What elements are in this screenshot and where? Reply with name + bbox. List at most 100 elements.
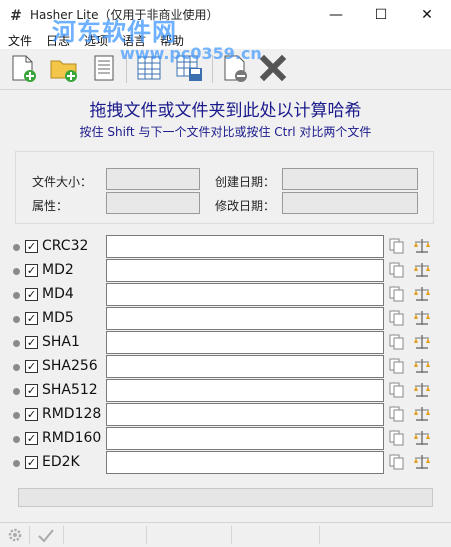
drag-handle[interactable] — [13, 292, 20, 299]
copy-icon[interactable] — [389, 358, 405, 374]
crc32-checkbox[interactable]: ✓ — [25, 240, 38, 253]
clear-icon[interactable] — [258, 53, 288, 83]
copy-icon[interactable] — [389, 406, 405, 422]
hash-row-sha1: ✓ SHA1 — [0, 331, 451, 355]
sha512-checkbox[interactable]: ✓ — [25, 384, 38, 397]
status-divider — [62, 526, 64, 544]
drag-handle[interactable] — [13, 460, 20, 467]
drag-handle[interactable] — [13, 364, 20, 371]
hash-value-field[interactable] — [106, 451, 384, 474]
rmd160-checkbox[interactable]: ✓ — [25, 432, 38, 445]
copy-icon[interactable] — [389, 430, 405, 446]
copy-icon[interactable] — [389, 310, 405, 326]
add-folder-icon[interactable] — [49, 53, 79, 83]
file-size-field — [106, 168, 200, 190]
algorithm-name: MD2 — [42, 262, 74, 278]
menu-options[interactable]: 选项 — [84, 32, 108, 49]
menu-help[interactable]: 帮助 — [160, 32, 184, 49]
save-table-icon[interactable] — [174, 53, 204, 83]
drop-hint-subheading: 按住 Shift 与下一个文件对比或按住 Ctrl 对比两个文件 — [79, 125, 372, 139]
modified-date-field — [282, 192, 418, 214]
remove-file-icon[interactable] — [220, 53, 250, 83]
copy-icon[interactable] — [389, 334, 405, 350]
app-icon: # — [10, 8, 22, 24]
drag-handle[interactable] — [13, 268, 20, 275]
document-icon[interactable] — [89, 53, 119, 83]
md2-checkbox[interactable]: ✓ — [25, 264, 38, 277]
minimize-button[interactable]: — — [313, 0, 359, 31]
menu-log[interactable]: 日志 — [46, 32, 70, 49]
algorithm-name: RMD128 — [42, 406, 102, 422]
compare-icon[interactable] — [413, 358, 431, 374]
compare-icon[interactable] — [413, 262, 431, 278]
rmd128-checkbox[interactable]: ✓ — [25, 408, 38, 421]
hash-value-field[interactable] — [106, 403, 384, 426]
file-size-label: 文件大小： — [32, 175, 93, 189]
ed2k-checkbox[interactable]: ✓ — [25, 456, 38, 469]
gear-icon[interactable] — [7, 527, 23, 543]
copy-icon[interactable] — [389, 454, 405, 470]
sha256-checkbox[interactable]: ✓ — [25, 360, 38, 373]
compare-icon[interactable] — [413, 310, 431, 326]
table-icon[interactable] — [134, 53, 164, 83]
drag-handle[interactable] — [13, 316, 20, 323]
md5-checkbox[interactable]: ✓ — [25, 312, 38, 325]
menu-file[interactable]: 文件 — [8, 32, 32, 49]
drag-handle[interactable] — [13, 412, 20, 419]
md4-checkbox[interactable]: ✓ — [25, 288, 38, 301]
copy-icon[interactable] — [389, 238, 405, 254]
hash-row-md5: ✓ MD5 — [0, 307, 451, 331]
menu-bar: 文件 日志 选项 语言 帮助 — [0, 31, 451, 49]
compare-icon[interactable] — [413, 286, 431, 302]
maximize-button[interactable]: ☐ — [358, 0, 404, 31]
compare-icon[interactable] — [413, 382, 431, 398]
checkmark-icon[interactable] — [37, 527, 54, 543]
hash-row-md4: ✓ MD4 — [0, 283, 451, 307]
window-title: Hasher Lite（仅用于非商业使用） — [30, 8, 219, 22]
hash-value-field[interactable] — [106, 259, 384, 282]
drag-handle[interactable] — [13, 340, 20, 347]
drag-handle[interactable] — [13, 244, 20, 251]
toolbar-separator — [126, 55, 127, 83]
attributes-field — [106, 192, 200, 214]
algorithm-name: SHA1 — [42, 334, 80, 350]
hash-row-md2: ✓ MD2 — [0, 259, 451, 283]
toolbar — [0, 49, 451, 90]
hash-value-field[interactable] — [106, 427, 384, 450]
compare-icon[interactable] — [413, 430, 431, 446]
hash-row-rmd128: ✓ RMD128 — [0, 403, 451, 427]
file-info-panel: 文件大小： 属性： 创建日期： 修改日期： — [15, 151, 434, 224]
hash-value-field[interactable] — [106, 235, 384, 258]
copy-icon[interactable] — [389, 382, 405, 398]
hash-value-field[interactable] — [106, 331, 384, 354]
compare-icon[interactable] — [413, 238, 431, 254]
compare-icon[interactable] — [413, 454, 431, 470]
copy-icon[interactable] — [389, 286, 405, 302]
drag-handle[interactable] — [13, 388, 20, 395]
algorithm-name: CRC32 — [42, 238, 89, 254]
compare-icon[interactable] — [413, 406, 431, 422]
algorithm-name: RMD160 — [42, 430, 102, 446]
attributes-label: 属性： — [32, 199, 69, 213]
drag-handle[interactable] — [13, 436, 20, 443]
hash-row-ed2k: ✓ ED2K — [0, 451, 451, 475]
hash-value-field[interactable] — [106, 307, 384, 330]
hash-row-sha256: ✓ SHA256 — [0, 355, 451, 379]
hash-row-sha512: ✓ SHA512 — [0, 379, 451, 403]
hash-value-field[interactable] — [106, 283, 384, 306]
hash-value-field[interactable] — [106, 355, 384, 378]
status-divider — [145, 526, 147, 544]
sha1-checkbox[interactable]: ✓ — [25, 336, 38, 349]
menu-language[interactable]: 语言 — [122, 32, 146, 49]
add-file-icon[interactable] — [8, 53, 38, 83]
status-divider — [230, 526, 232, 544]
progress-bar — [18, 488, 433, 507]
copy-icon[interactable] — [389, 262, 405, 278]
close-button[interactable]: ✕ — [404, 0, 450, 31]
status-divider — [28, 526, 30, 544]
hash-row-crc32: ✓ CRC32 — [0, 235, 451, 259]
algorithm-name: SHA512 — [42, 382, 98, 398]
hash-value-field[interactable] — [106, 379, 384, 402]
compare-icon[interactable] — [413, 334, 431, 350]
algorithm-name: MD4 — [42, 286, 74, 302]
